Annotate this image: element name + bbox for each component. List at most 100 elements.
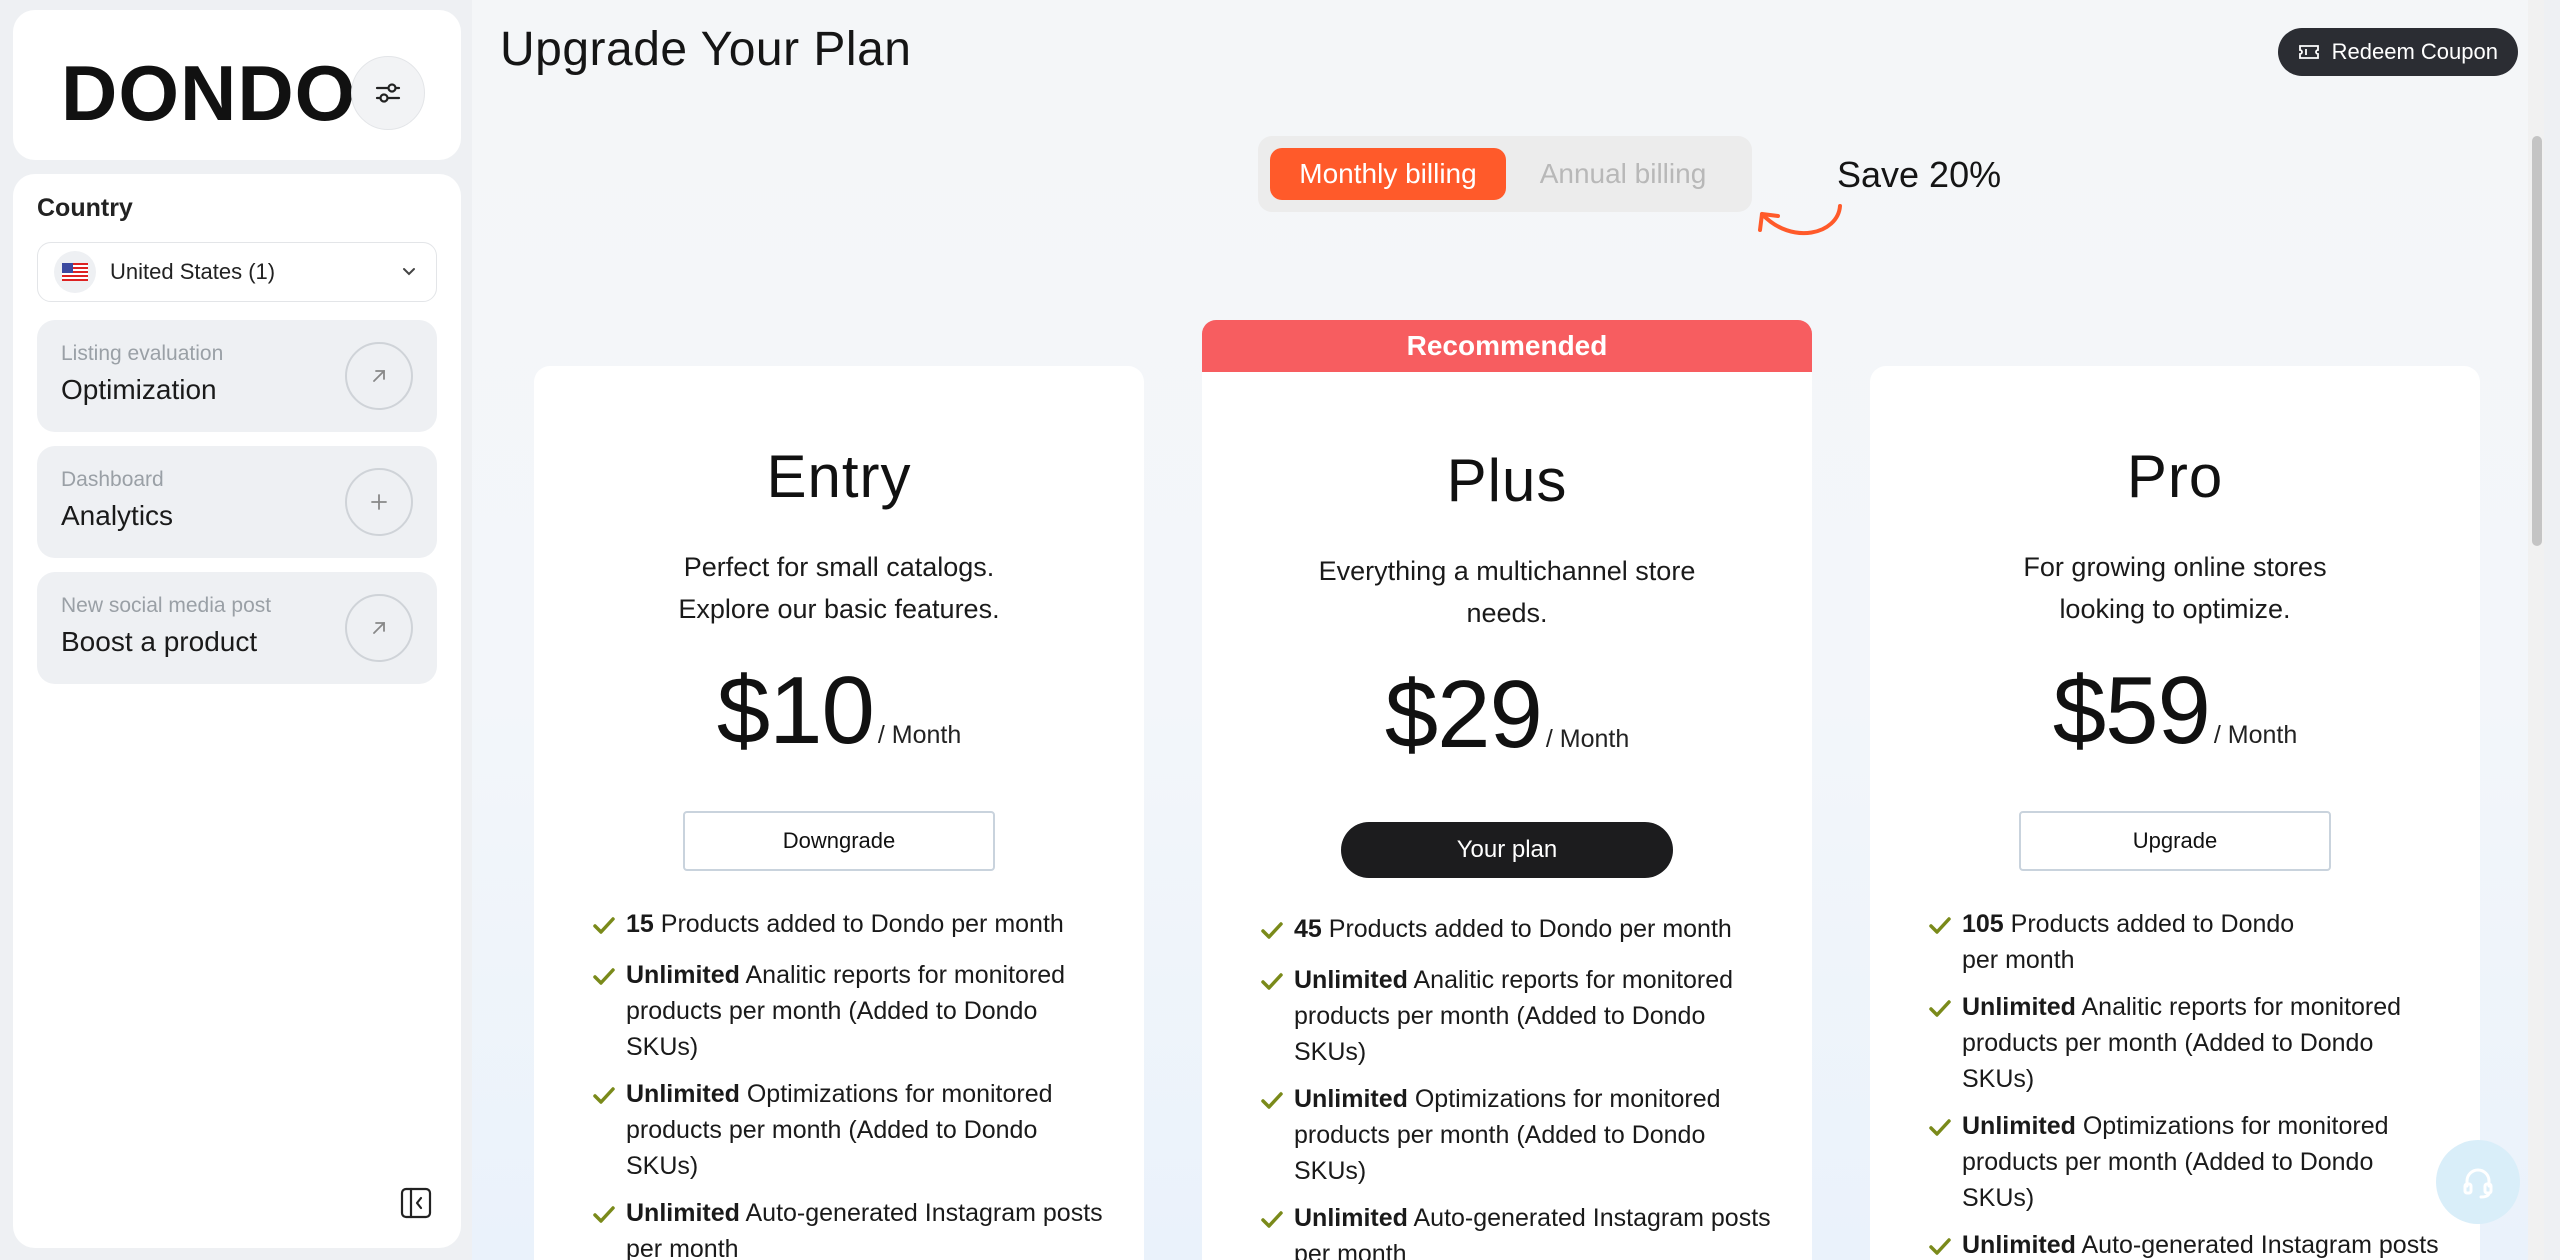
upgrade-button[interactable]: Upgrade [2019,811,2331,871]
country-select[interactable]: United States (1) [37,242,437,302]
vertical-scrollbar[interactable] [2528,0,2544,1260]
check-icon [592,1195,626,1260]
plan-name: Pro [2126,443,2224,510]
plan-description-line: looking to optimize. [2059,594,2291,624]
feature-highlight: Unlimited [1294,966,1408,994]
price-unit: / Month [877,721,962,749]
feature-highlight: Unlimited [626,1080,740,1108]
monthly-billing-option[interactable]: Monthly billing [1270,148,1506,200]
plan-description: Everything a multichannel store needs. [1262,550,1752,634]
feature-text: Products added to Dondo per month [660,910,1064,938]
curved-arrow-icon [1758,204,1842,235]
feature-item: Unlimited Analitic reports for monitored… [1928,989,2448,1097]
action-go-button[interactable] [345,342,413,410]
collapse-sidebar-icon[interactable] [399,1186,433,1220]
check-icon [1928,1227,1962,1260]
scrollbar-thumb[interactable] [2532,136,2542,546]
action-go-button[interactable] [345,594,413,662]
feature-item: Unlimited Auto-generated Instagram posts… [1260,1200,1780,1260]
plan-description-line: needs. [1466,598,1548,628]
plan-name: Entry [766,443,912,510]
downgrade-button[interactable]: Downgrade [683,811,995,871]
sliders-icon [375,83,401,103]
action-subtitle: Listing evaluation [61,342,224,365]
action-subtitle: New social media post [61,594,272,617]
plan-price: $10/ Month [534,656,1144,766]
check-icon [1260,962,1294,1070]
feature-highlight: 15 [626,910,654,938]
redeem-coupon-label: Redeem Coupon [2331,39,2498,64]
dondo-logo[interactable]: DONDO [61,50,356,136]
check-icon [592,957,626,1065]
check-icon [592,1076,626,1184]
plan-description-line: For growing online stores [2023,552,2327,582]
feature-item: Unlimited Optimizations for monitored pr… [1260,1081,1780,1189]
feature-highlight: Unlimited [1294,1204,1408,1232]
feature-highlight: 105 [1962,910,2004,938]
check-icon [592,906,626,946]
plan-description-line: Explore our basic features. [678,594,1000,624]
feature-highlight: Unlimited [1962,1112,2076,1140]
annual-billing-option[interactable]: Annual billing [1506,148,1740,200]
country-label: Country [37,194,133,222]
recommended-badge: Recommended [1202,320,1812,372]
arrow-up-right-icon [373,622,385,634]
save-note: Save 20% [1837,154,2002,195]
plan-description-line: Perfect for small catalogs. [683,552,995,582]
check-icon [1928,906,1962,978]
filter-settings-button[interactable] [351,56,425,130]
feature-highlight: Unlimited [626,1199,740,1227]
sidebar-panel: Country United States (1) Listing evalua… [13,174,461,1248]
plan-description-line: Everything a multichannel store [1318,556,1696,586]
feature-list: 45 Products added to Dondo per month Unl… [1260,911,1780,1260]
check-icon [1260,911,1294,951]
support-chat-button[interactable] [2436,1140,2520,1224]
price-amount: $29 [1384,661,1543,768]
feature-highlight: 45 [1294,915,1322,943]
plan-card-plus: Plus Everything a multichannel store nee… [1202,372,1812,1260]
feature-item: Unlimited Optimizations for monitored pr… [1928,1108,2448,1216]
feature-item: 15 Products added to Dondo per month [592,906,1112,946]
feature-highlight: Unlimited [1294,1085,1408,1113]
plan-card-pro: Pro For growing online stores looking to… [1870,366,2480,1260]
feature-item: Unlimited Analitic reports for monitored… [592,957,1112,1065]
plan-card-entry: Entry Perfect for small catalogs. Explor… [534,366,1144,1260]
feature-item: Unlimited Optimizations for monitored pr… [592,1076,1112,1184]
feature-item: 105 Products added to Dondo per month [1928,906,2448,978]
action-title: Optimization [61,374,217,405]
check-icon [1928,1108,1962,1216]
sidebar-action-analytics[interactable]: Dashboard Analytics [37,446,437,558]
feature-list: 15 Products added to Dondo per month Unl… [592,906,1112,1260]
check-icon [1928,989,1962,1097]
sidebar-action-boost[interactable]: New social media post Boost a product [37,572,437,684]
main-content: Upgrade Your Plan Redeem Coupon Monthly … [472,0,2544,1260]
plan-price: $29/ Month [1202,660,1812,770]
sidebar: DONDO Country United States (1) Listing … [0,0,472,1260]
feature-highlight: Unlimited [1962,993,2076,1021]
check-icon [1260,1200,1294,1260]
price-unit: / Month [2213,721,2298,749]
action-title: Boost a product [61,626,258,657]
feature-text: Products added to Dondo per month [1328,915,1732,943]
action-add-button[interactable] [345,468,413,536]
price-amount: $59 [2052,657,2211,764]
feature-text: Products added to Dondo per month [1962,910,2295,974]
feature-item: Unlimited Auto-generated Instagram posts… [1928,1227,2448,1260]
logo-card: DONDO [13,10,461,160]
feature-highlight: Unlimited [626,961,740,989]
feature-highlight: Unlimited [1962,1231,2076,1259]
action-subtitle: Dashboard [61,468,164,491]
redeem-coupon-button[interactable]: Redeem Coupon [2277,28,2518,76]
page-title: Upgrade Your Plan [500,23,912,76]
your-plan-button[interactable]: Your plan [1341,822,1673,878]
chevron-down-icon [403,268,415,276]
plan-price: $59/ Month [1870,656,2480,766]
price-amount: $10 [716,657,875,764]
plus-icon [371,494,387,510]
plan-description: Perfect for small catalogs. Explore our … [594,546,1084,630]
sidebar-action-optimization[interactable]: Listing evaluation Optimization [37,320,437,432]
action-title: Analytics [61,500,174,531]
country-select-value: United States (1) [110,259,276,284]
us-flag-icon [54,251,96,293]
feature-item: 45 Products added to Dondo per month [1260,911,1780,951]
